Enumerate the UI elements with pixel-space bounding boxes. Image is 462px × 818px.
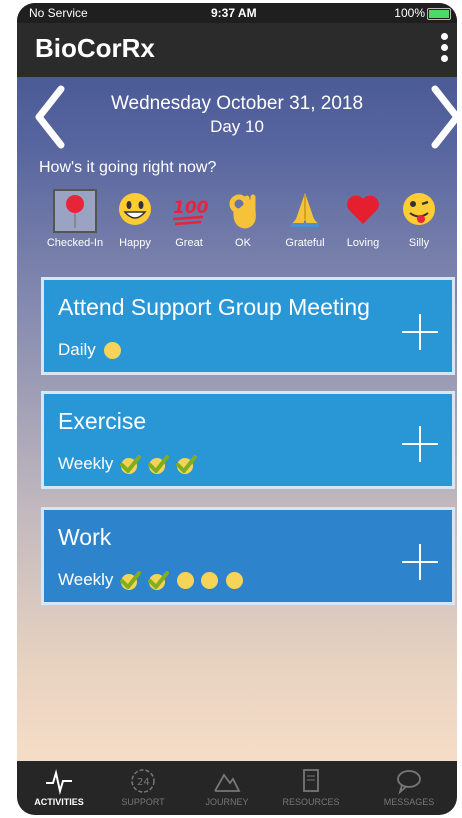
carrier-text: No Service — [29, 6, 88, 20]
frequency-label: Weekly — [58, 454, 114, 473]
mood-prompt: How's it going right now? — [39, 159, 217, 176]
activity-frequency: Weekly — [58, 570, 244, 591]
pulse-icon — [46, 769, 72, 795]
mood-selector: Checked-In Happy 100 Great OK Grateful L… — [45, 189, 457, 259]
activity-card-support-group[interactable]: Attend Support Group Meeting Daily — [41, 277, 455, 375]
date-label: Wednesday October 31, 2018 — [110, 93, 364, 114]
activity-card-work[interactable]: Work Weekly — [41, 507, 455, 605]
mood-silly[interactable]: Silly — [389, 189, 449, 249]
activity-name: Work — [58, 524, 112, 550]
previous-day-chevron-icon[interactable] — [31, 85, 71, 149]
add-plus-icon[interactable] — [400, 542, 440, 582]
mood-grateful[interactable]: Grateful — [275, 189, 335, 249]
battery-percent: 100% — [394, 6, 425, 20]
mood-checked-in[interactable]: Checked-In — [45, 189, 105, 249]
check-mark-icon — [120, 454, 142, 474]
mood-great[interactable]: 100 Great — [159, 189, 219, 249]
check-mark-icon — [120, 570, 142, 590]
next-day-chevron-icon[interactable] — [425, 85, 457, 149]
frequency-label: Weekly — [58, 570, 114, 589]
date-navigator: Wednesday October 31, 2018 Day 10 — [17, 77, 457, 149]
mood-happy[interactable]: Happy — [105, 189, 165, 249]
heart-icon — [333, 189, 393, 233]
mood-label: Grateful — [285, 237, 325, 249]
praying-hands-icon — [275, 189, 335, 233]
pending-dot — [176, 572, 194, 590]
silly-face-icon — [389, 189, 449, 233]
support-24-icon: 24 — [131, 769, 155, 793]
pending-dot — [201, 572, 219, 590]
tab-label: ACTIVITIES — [34, 797, 84, 807]
check-mark-icon — [147, 570, 169, 590]
add-plus-icon[interactable] — [400, 312, 440, 352]
pending-dot — [103, 342, 121, 360]
check-mark-icon — [147, 454, 169, 474]
app-title: BioCorRx — [35, 33, 155, 63]
svg-text:24: 24 — [137, 777, 150, 788]
mood-label: Happy — [119, 237, 151, 249]
activity-frequency: Weekly — [58, 454, 197, 475]
mood-ok[interactable]: OK — [213, 189, 273, 249]
mood-label: Silly — [408, 237, 430, 249]
tab-label: MESSAGES — [383, 797, 435, 807]
book-icon — [303, 769, 319, 792]
add-plus-icon[interactable] — [400, 424, 440, 464]
chat-bubble-icon — [397, 770, 421, 795]
mountain-icon — [214, 773, 241, 792]
phone-screen: No Service 9:37 AM 100% BioCorRx Wednesd… — [17, 3, 457, 815]
pending-dot — [226, 572, 244, 590]
activity-card-exercise[interactable]: Exercise Weekly — [41, 391, 455, 489]
svg-text:100: 100 — [173, 198, 209, 218]
tab-support[interactable]: 24 SUPPORT — [101, 767, 185, 807]
more-menu-icon[interactable] — [441, 33, 449, 67]
clock: 9:37 AM — [211, 6, 257, 20]
tab-resources[interactable]: RESOURCES — [269, 767, 353, 807]
activity-name: Attend Support Group Meeting — [58, 294, 370, 320]
mood-label: Loving — [346, 237, 380, 249]
bottom-tab-bar: ACTIVITIES 24 SUPPORT JOURNEY RESOURCES … — [17, 761, 457, 815]
activity-name: Exercise — [58, 408, 147, 434]
hundred-icon: 100 — [159, 189, 219, 233]
tab-label: SUPPORT — [121, 797, 165, 807]
mood-label: Great — [175, 237, 203, 249]
day-counter: Day 10 — [210, 117, 264, 136]
battery-icon — [427, 8, 451, 20]
tab-journey[interactable]: JOURNEY — [185, 767, 269, 807]
app-header: BioCorRx — [17, 23, 457, 77]
happy-face-icon — [105, 189, 165, 233]
mood-label: Checked-In — [46, 237, 104, 249]
mood-label: OK — [235, 237, 251, 249]
tab-label: RESOURCES — [282, 797, 340, 807]
tab-messages[interactable]: MESSAGES — [367, 767, 451, 807]
mood-loving[interactable]: Loving — [333, 189, 393, 249]
ok-hand-icon — [213, 189, 273, 233]
pin-icon — [53, 189, 97, 233]
activity-frequency: Daily — [58, 340, 121, 360]
tab-label: JOURNEY — [205, 797, 249, 807]
status-bar: No Service 9:37 AM 100% — [17, 3, 457, 23]
tab-activities[interactable]: ACTIVITIES — [17, 767, 101, 807]
check-mark-icon — [175, 454, 197, 474]
frequency-label: Daily — [58, 340, 96, 359]
